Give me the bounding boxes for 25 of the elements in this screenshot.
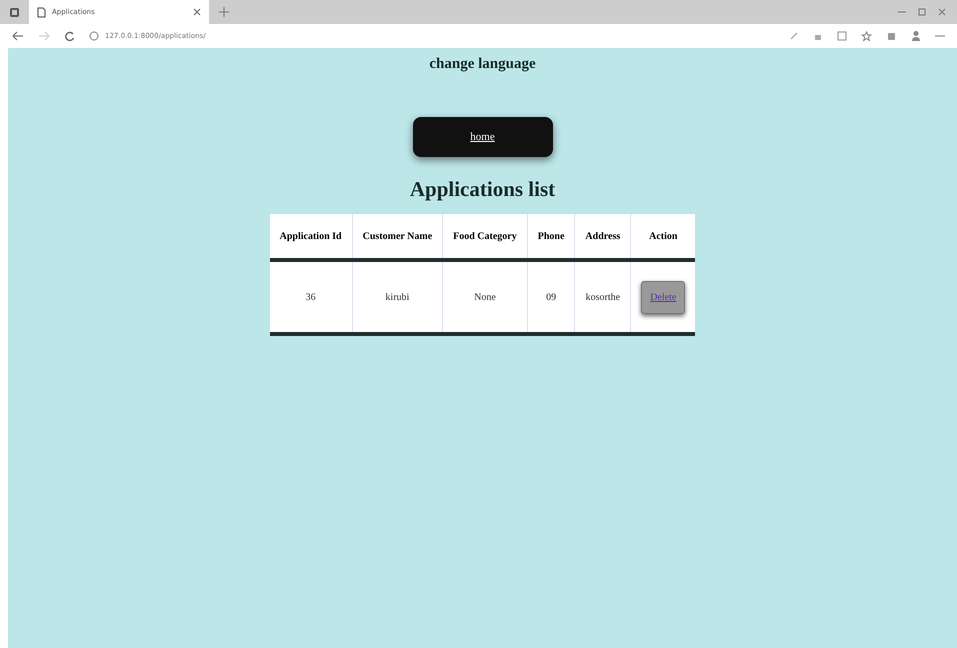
star-icon[interactable] <box>861 30 872 42</box>
home-button[interactable]: home <box>412 117 552 157</box>
page-icon <box>37 6 46 18</box>
close-icon[interactable] <box>193 8 201 16</box>
change-language-link[interactable]: change language <box>429 56 536 73</box>
table-cell: 09 <box>527 260 575 334</box>
column-header: Address <box>574 214 631 260</box>
table-cell: kirubi <box>352 260 443 334</box>
table-cell: kosorthe <box>574 260 631 334</box>
column-header: Customer Name <box>352 214 443 260</box>
maximize-icon[interactable] <box>917 7 927 17</box>
table-cell: None <box>442 260 528 334</box>
column-header: Action <box>630 214 696 260</box>
profile-icon[interactable] <box>911 30 921 42</box>
tab-actions-icon[interactable] <box>10 8 19 16</box>
refresh-icon[interactable] <box>64 30 75 42</box>
back-icon[interactable] <box>12 31 24 41</box>
page-heading: Applications list <box>410 177 556 202</box>
new-tab-icon[interactable] <box>219 7 229 17</box>
column-header: Food Category <box>442 214 528 260</box>
column-header: Application Id <box>270 214 352 260</box>
table-cell: 36 <box>270 260 352 334</box>
column-header: Phone <box>527 214 575 260</box>
close-icon[interactable] <box>937 7 947 17</box>
forward-icon[interactable] <box>38 31 50 41</box>
